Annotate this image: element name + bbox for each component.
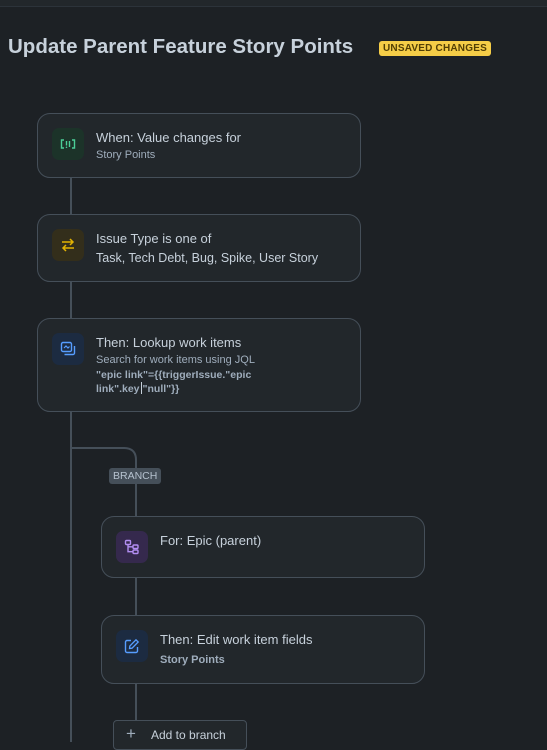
jql-query: "epic link"={{triggerIssue."epic link".k… — [96, 368, 251, 396]
trigger-field: Story Points — [96, 149, 156, 161]
code-brackets-icon — [52, 128, 84, 160]
branch-label: BRANCH — [109, 468, 162, 484]
lookup-description: Search for work items using JQL — [96, 354, 255, 366]
hierarchy-icon — [116, 531, 148, 563]
condition-values: Task, Tech Debt, Bug, Spike, User Story — [96, 251, 319, 265]
add-to-branch-button[interactable]: + Add to branch — [113, 720, 247, 750]
text-cursor — [140, 382, 142, 394]
jql-line-1: "epic link"={{triggerIssue."epic — [96, 369, 252, 381]
swap-arrows-icon — [52, 229, 84, 261]
condition-title: Issue Type is one of — [96, 231, 212, 246]
condition-card[interactable]: Issue Type is one of Task, Tech Debt, Bu… — [37, 214, 361, 282]
jql-line-2b: "null"}} — [142, 383, 180, 395]
edit-fields-card[interactable]: Then: Edit work item fields Story Points — [101, 615, 425, 684]
jql-line-2: link".key "null"}} — [96, 382, 251, 396]
branch-for-title: For: Epic (parent) — [160, 533, 262, 548]
lookup-title: Then: Lookup work items — [96, 335, 242, 350]
edit-icon — [116, 630, 148, 662]
edit-fields-title: Then: Edit work item fields — [160, 632, 313, 647]
edit-fields-target: Story Points — [160, 654, 225, 666]
copy-lookup-icon — [52, 333, 84, 365]
jql-line-2a: link".key — [96, 383, 140, 395]
trigger-title: When: Value changes for — [96, 130, 242, 145]
lookup-card[interactable]: Then: Lookup work items Search for work … — [37, 318, 361, 412]
trigger-card[interactable]: When: Value changes for Story Points — [37, 113, 361, 178]
add-to-branch-label: Add to branch — [151, 728, 226, 742]
branch-for-card[interactable]: For: Epic (parent) — [101, 516, 425, 578]
plus-icon: + — [126, 724, 136, 743]
